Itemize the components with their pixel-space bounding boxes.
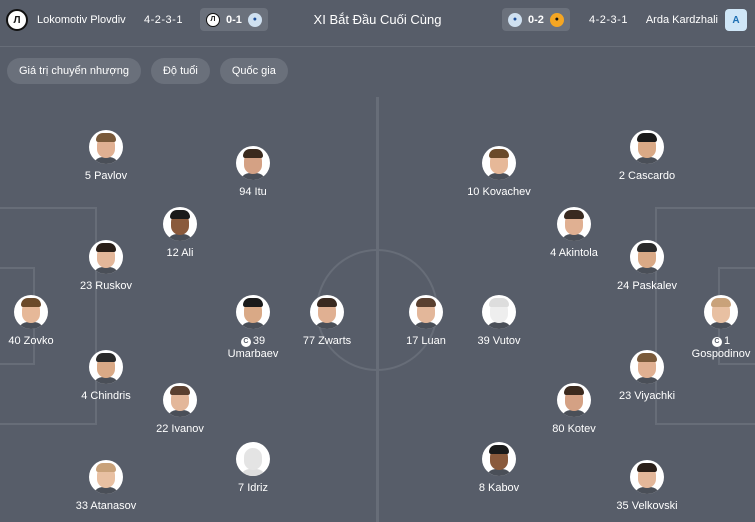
away-team[interactable]: Arda Kardzhali A [646, 9, 747, 31]
filter-tabs: Giá trị chuyển nhượng Độ tuổi Quốc gia [7, 58, 288, 84]
away-formation: 4-2-3-1 [589, 14, 628, 26]
player-name: 2 Cascardo [618, 170, 676, 182]
player-name: 10 Kovachev [467, 186, 531, 198]
player-avatar[interactable] [89, 460, 123, 494]
page-title: XI Bắt Đầu Cuối Cùng [313, 12, 442, 27]
player-avatar[interactable] [409, 295, 443, 329]
player-name: 23 Ruskov [80, 280, 132, 292]
player-avatar[interactable] [89, 240, 123, 274]
player-avatar[interactable] [482, 146, 516, 180]
home-player[interactable]: 23 Ruskov [61, 240, 151, 293]
player-avatar[interactable] [89, 350, 123, 384]
player-avatar[interactable] [557, 207, 591, 241]
home-player[interactable]: 77 Zwarts [282, 295, 372, 348]
home-player[interactable]: 40 Zovko [0, 295, 76, 348]
player-name: 24 Paskalev [617, 280, 677, 292]
player-avatar[interactable] [163, 383, 197, 417]
player-avatar[interactable] [482, 295, 516, 329]
player-name: 77 Zwarts [302, 335, 352, 347]
player-avatar[interactable] [630, 130, 664, 164]
player-avatar[interactable] [630, 350, 664, 384]
player-avatar[interactable] [704, 295, 738, 329]
player-name: 22 Ivanov [156, 423, 204, 435]
header-divider [0, 46, 755, 47]
player-name: 33 Atanasov [75, 500, 137, 512]
away-player[interactable]: 35 Velkovski [602, 460, 692, 513]
home-player[interactable]: 7 Idriz [208, 442, 298, 495]
away-player[interactable]: 2 Cascardo [602, 130, 692, 183]
player-avatar[interactable] [236, 295, 270, 329]
away-team-crest-icon: A [725, 9, 747, 31]
player-name: 35 Velkovski [616, 500, 678, 512]
player-name: 39 Vutov [477, 335, 521, 347]
home-player[interactable]: 33 Atanasov [61, 460, 151, 513]
player-name: 7 Idriz [238, 482, 268, 494]
home-player[interactable]: 22 Ivanov [135, 383, 225, 436]
away-player[interactable]: 24 Paskalev [602, 240, 692, 293]
opponent-crest-icon: ● [549, 12, 564, 27]
player-avatar[interactable] [89, 130, 123, 164]
away-player[interactable]: 10 Kovachev [454, 146, 544, 199]
player-name: 40 Zovko [8, 335, 54, 347]
player-name: 94 Itu [239, 186, 267, 198]
lineup-header: Л Lokomotiv Plovdiv 4-2-3-1 Л 0-1 ● XI B… [0, 0, 755, 46]
player-avatar[interactable] [236, 442, 270, 476]
player-avatar[interactable] [236, 146, 270, 180]
player-avatar[interactable] [310, 295, 344, 329]
player-avatar[interactable] [14, 295, 48, 329]
player-avatar[interactable] [557, 383, 591, 417]
player-avatar[interactable] [482, 442, 516, 476]
away-player[interactable]: 80 Kotev [529, 383, 619, 436]
player-name: 5 Pavlov [84, 170, 128, 182]
tab-market-value[interactable]: Giá trị chuyển nhượng [7, 58, 141, 84]
away-player[interactable]: 8 Kabov [454, 442, 544, 495]
away-last-result[interactable]: ● 0-2 ● [502, 8, 570, 31]
captain-badge-icon: C [711, 337, 722, 347]
captain-badge-icon: C [240, 337, 251, 347]
player-avatar[interactable] [630, 240, 664, 274]
player-name: 80 Kotev [552, 423, 596, 435]
away-player[interactable]: 39 Vutov [454, 295, 544, 348]
home-player[interactable]: 5 Pavlov [61, 130, 151, 183]
player-name: 8 Kabov [478, 482, 520, 494]
opponent-crest-icon: ● [508, 12, 522, 27]
player-avatar[interactable] [163, 207, 197, 241]
player-avatar[interactable] [630, 460, 664, 494]
away-last-score: 0-2 [528, 13, 544, 26]
tab-age[interactable]: Độ tuổi [150, 58, 210, 84]
home-player[interactable]: 94 Itu [208, 146, 298, 199]
tab-nationality[interactable]: Quốc gia [219, 58, 288, 84]
away-team-name: Arda Kardzhali [645, 14, 718, 26]
